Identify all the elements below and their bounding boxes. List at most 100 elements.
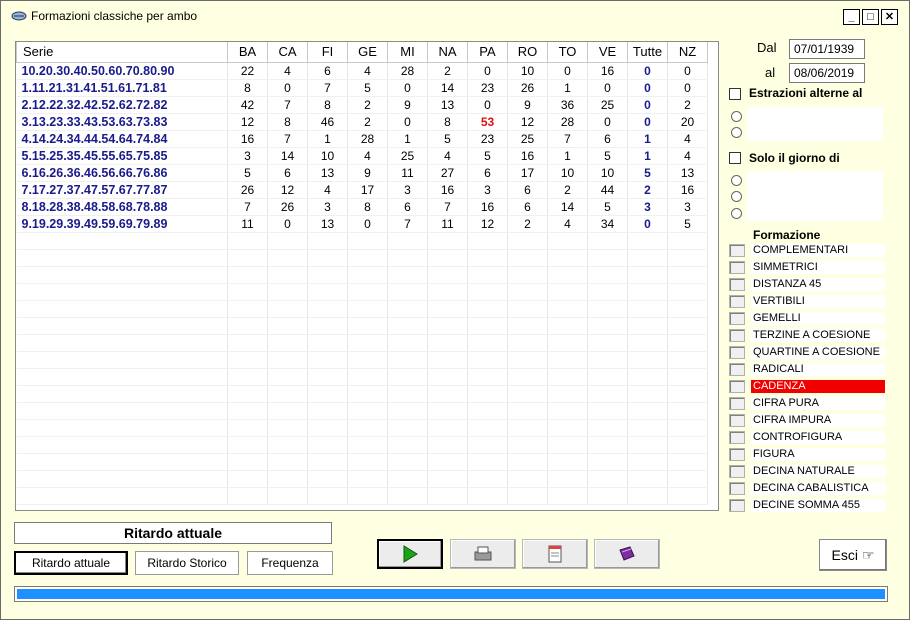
value-cell: 16 <box>427 181 468 199</box>
formazione-checkbox[interactable] <box>729 345 745 359</box>
app-icon <box>11 11 27 21</box>
run-button[interactable] <box>377 539 443 569</box>
column-header-pa[interactable]: PA <box>467 42 508 63</box>
al-date-field[interactable]: 08/06/2019 <box>789 63 865 83</box>
estrazioni-alterne-checkbox[interactable] <box>729 88 741 100</box>
formazione-checkbox[interactable] <box>729 277 745 291</box>
formazione-checkbox[interactable] <box>729 362 745 376</box>
formazione-item[interactable]: CIFRA PURA <box>729 396 887 410</box>
table-row[interactable]: 7.17.27.37.47.57.67.77.87 26 12 4 17 3 16 3 6 2 44… <box>16 181 708 199</box>
formazione-item[interactable]: RADICALI <box>729 362 887 376</box>
formazione-item[interactable]: DISTANZA 45 <box>729 277 887 291</box>
column-header-ge[interactable]: GE <box>347 42 388 63</box>
giorno-radio-3[interactable] <box>731 208 742 219</box>
formazione-checkbox[interactable] <box>729 430 745 444</box>
formazione-item[interactable]: DECINA CABALISTICA <box>729 481 887 495</box>
serie-cell: 2.12.22.32.42.52.62.72.82 <box>16 96 228 114</box>
column-header-tutte[interactable]: Tutte <box>627 42 668 63</box>
column-header-ba[interactable]: BA <box>227 42 268 63</box>
esci-button[interactable]: Esci ☞ <box>819 539 887 571</box>
formazione-item[interactable]: CADENZA <box>729 379 887 393</box>
formazione-checkbox[interactable] <box>729 294 745 308</box>
formazione-item[interactable]: CIFRA IMPURA <box>729 413 887 427</box>
notes-button[interactable] <box>522 539 588 569</box>
value-cell: 8 <box>427 113 468 131</box>
ritardo-storico-button[interactable]: Ritardo Storico <box>135 551 239 575</box>
estrazioni-radio-1[interactable] <box>731 111 742 122</box>
column-header-na[interactable]: NA <box>427 42 468 63</box>
maximize-button[interactable]: □ <box>862 9 879 25</box>
book-icon <box>619 546 635 561</box>
formazione-checkbox[interactable] <box>729 311 745 325</box>
estrazioni-radio-2[interactable] <box>731 127 742 138</box>
formazione-checkbox[interactable] <box>729 243 745 257</box>
formazione-item[interactable]: COMPLEMENTARI <box>729 243 887 257</box>
empty-cell <box>507 470 548 488</box>
frequenza-button[interactable]: Frequenza <box>247 551 333 575</box>
empty-cell <box>427 300 468 318</box>
table-row[interactable]: 5.15.25.35.45.55.65.75.85 3 14 10 4 25 4 5 16 1 5 1… <box>16 147 708 165</box>
value-cell: 27 <box>427 164 468 182</box>
formazione-item[interactable]: GEMELLI <box>729 311 887 325</box>
minimize-button[interactable]: _ <box>843 9 860 25</box>
formazione-checkbox[interactable] <box>729 447 745 461</box>
column-header-mi[interactable]: MI <box>387 42 428 63</box>
formazione-item[interactable]: VERTIBILI <box>729 294 887 308</box>
column-header-ro[interactable]: RO <box>507 42 548 63</box>
table-row[interactable]: 3.13.23.33.43.53.63.73.83 12 8 46 2 0 8 53 12 28 0… <box>16 113 708 131</box>
formazione-item[interactable]: TERZINE A COESIONE <box>729 328 887 342</box>
column-header-to[interactable]: TO <box>547 42 588 63</box>
value-cell: 16 <box>587 62 628 80</box>
giorno-radio-1[interactable] <box>731 175 742 186</box>
table-row[interactable]: 8.18.28.38.48.58.68.78.88 7 26 3 8 6 7 16 6 14 5 3 3 <box>16 198 708 216</box>
empty-cell <box>227 232 268 250</box>
table-row[interactable]: 2.12.22.32.42.52.62.72.82 42 7 8 2 9 13 0 9 36 25 0… <box>16 96 708 114</box>
results-grid[interactable]: Serie BA CA FI GE MI NA PA RO TO VE Tutte NZ 10.20.3… <box>15 41 719 511</box>
table-row[interactable]: 6.16.26.36.46.56.66.76.86 5 6 13 9 11 27 6 17 10 1… <box>16 164 708 182</box>
table-row[interactable]: 10.20.30.40.50.60.70.80.90 22 4 6 4 28 2 0 10 0 16… <box>16 62 708 80</box>
formazione-item[interactable]: DECINE SOMMA 455 <box>729 498 887 512</box>
column-header-ve[interactable]: VE <box>587 42 628 63</box>
column-header-serie[interactable]: Serie <box>16 42 228 63</box>
formazione-checkbox[interactable] <box>729 464 745 478</box>
empty-cell <box>347 232 388 250</box>
column-header-fi[interactable]: FI <box>307 42 348 63</box>
formazione-item[interactable]: CONTROFIGURA <box>729 430 887 444</box>
table-row[interactable]: 1.11.21.31.41.51.61.71.81 8 0 7 5 0 14 23 26 1 0 0 0 <box>16 79 708 97</box>
value-cell: 11 <box>227 215 268 233</box>
formazione-item[interactable]: DECINA NATURALE <box>729 464 887 478</box>
empty-row <box>16 436 708 454</box>
formazione-item[interactable]: QUARTINE A COESIONE <box>729 345 887 359</box>
formazione-checkbox[interactable] <box>729 396 745 410</box>
formazione-label: CIFRA IMPURA <box>751 413 885 427</box>
empty-cell <box>227 487 268 505</box>
formazione-item[interactable]: SIMMETRICI <box>729 260 887 274</box>
grid-header-row: Serie BA CA FI GE MI NA PA RO TO VE Tutte NZ <box>16 42 708 63</box>
formazione-checkbox[interactable] <box>729 260 745 274</box>
column-header-nz[interactable]: NZ <box>667 42 708 63</box>
table-row[interactable]: 9.19.29.39.49.59.69.79.89 11 0 13 0 7 11 12 2 4 34… <box>16 215 708 233</box>
formazione-checkbox[interactable] <box>729 481 745 495</box>
empty-row <box>16 351 708 369</box>
value-cell: 16 <box>467 198 508 216</box>
empty-cell <box>587 266 628 284</box>
value-cell: 17 <box>347 181 388 199</box>
formazione-item[interactable]: FIGURA <box>729 447 887 461</box>
empty-cell <box>467 436 508 454</box>
dal-date-field[interactable]: 07/01/1939 <box>789 39 865 59</box>
print-button[interactable] <box>450 539 516 569</box>
book-button[interactable] <box>594 539 660 569</box>
column-header-ca[interactable]: CA <box>267 42 308 63</box>
empty-cell <box>427 249 468 267</box>
empty-cell <box>427 368 468 386</box>
formazione-checkbox[interactable] <box>729 328 745 342</box>
solo-giorno-checkbox[interactable] <box>729 152 741 164</box>
close-button[interactable]: ✕ <box>881 9 898 25</box>
formazione-checkbox[interactable] <box>729 498 745 512</box>
giorno-radio-2[interactable] <box>731 191 742 202</box>
ritardo-attuale-button[interactable]: Ritardo attuale <box>14 551 128 575</box>
empty-cell <box>627 385 668 403</box>
formazione-checkbox[interactable] <box>729 413 745 427</box>
table-row[interactable]: 4.14.24.34.44.54.64.74.84 16 7 1 28 1 5 23 25 7 6 1… <box>16 130 708 148</box>
formazione-checkbox[interactable] <box>729 379 745 393</box>
